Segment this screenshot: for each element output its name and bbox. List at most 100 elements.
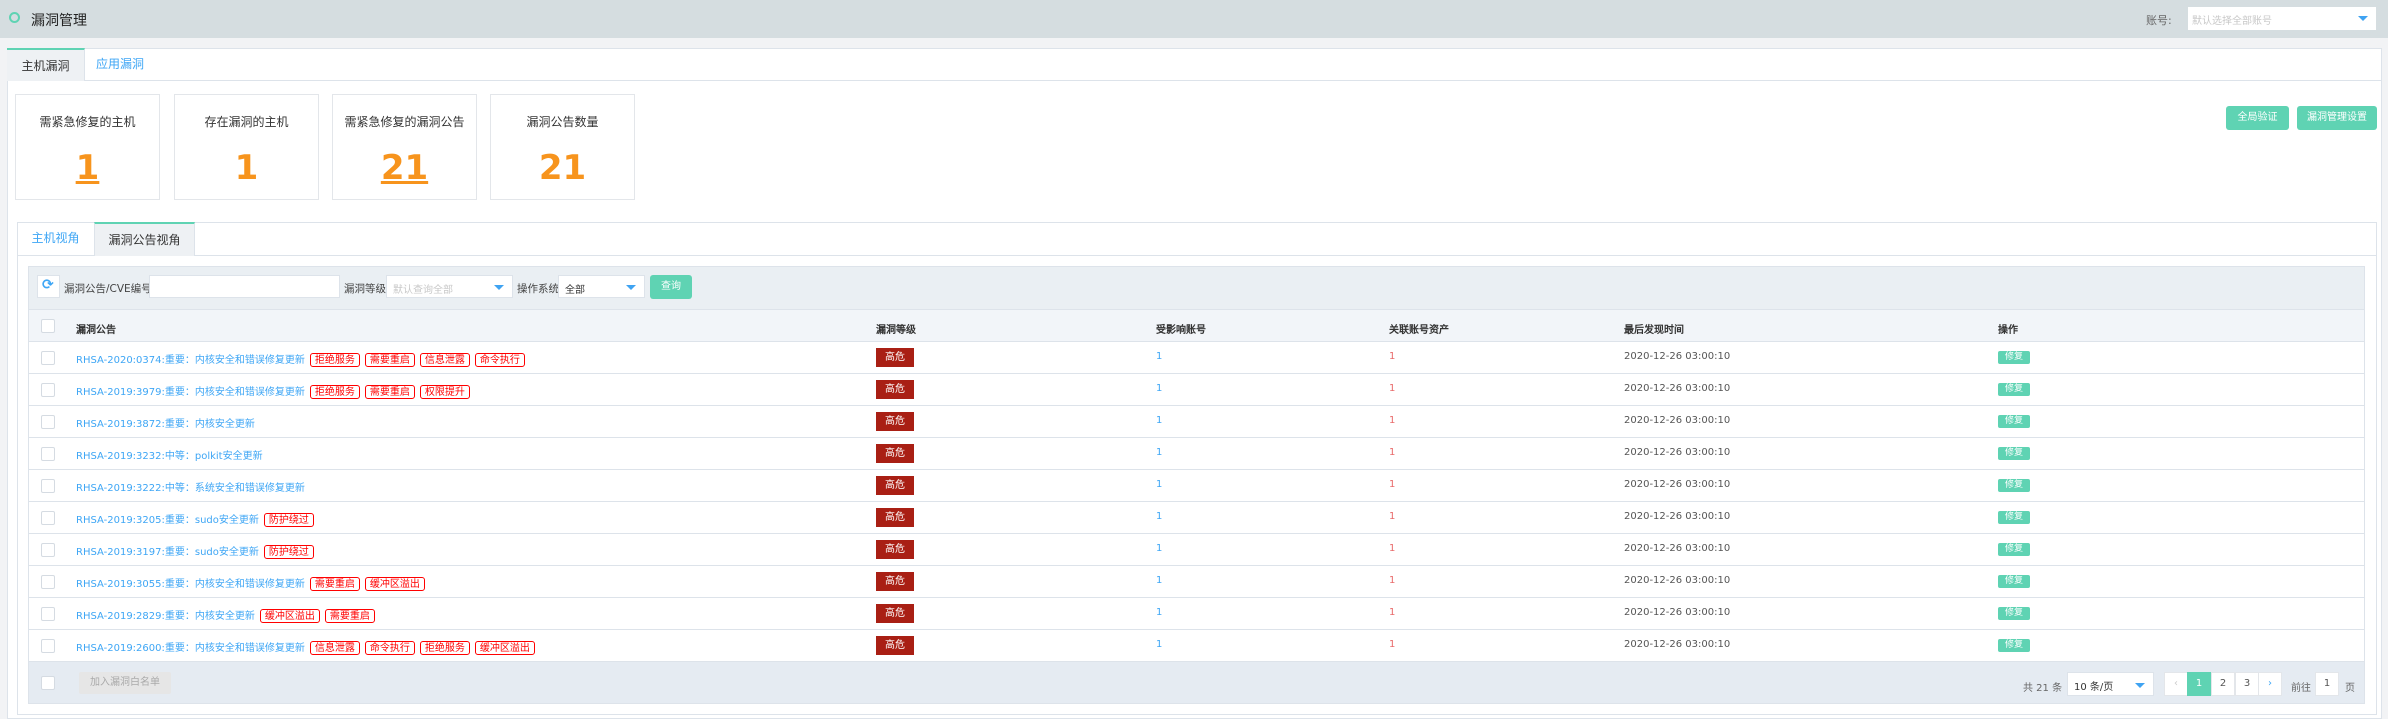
affected-accounts-link[interactable]: 1 <box>1156 479 1162 490</box>
affected-accounts-link[interactable]: 1 <box>1156 607 1162 618</box>
tab-app-vuln[interactable]: 应用漏洞 <box>85 48 155 81</box>
logo-circle-icon <box>9 12 20 23</box>
tab-advisory-view[interactable]: 漏洞公告视角 <box>94 222 195 256</box>
advisory-link[interactable]: RHSA-2019:3232:中等：polkit安全更新 <box>76 451 263 462</box>
last-found-time: 2020-12-26 03:00:10 <box>1624 511 1731 522</box>
related-assets-link[interactable]: 1 <box>1389 543 1395 554</box>
row-checkbox[interactable] <box>41 511 55 525</box>
goto-label: 前往 <box>2291 683 2311 694</box>
table-footer: 加入漏洞白名单 <box>28 662 2365 704</box>
os-value: 全部 <box>565 285 585 296</box>
severity-badge: 高危 <box>876 572 914 591</box>
advisory-link[interactable]: RHSA-2019:2829:重要：内核安全更新 <box>76 611 255 622</box>
vuln-settings-button[interactable]: 漏洞管理设置 <box>2297 106 2377 130</box>
last-found-time: 2020-12-26 03:00:10 <box>1624 479 1731 490</box>
top-header <box>0 0 2388 38</box>
next-page-button[interactable]: › <box>2258 672 2282 696</box>
chevron-down-icon <box>626 285 636 290</box>
related-assets-link[interactable]: 1 <box>1389 511 1395 522</box>
vuln-tag: 权限提升 <box>419 385 470 399</box>
related-assets-link[interactable]: 1 <box>1389 607 1395 618</box>
advisory-link[interactable]: RHSA-2019:2600:重要：内核安全和错误修复更新 <box>76 643 305 654</box>
fix-button[interactable]: 修复 <box>1998 447 2030 460</box>
vuln-tag: 拒绝服务 <box>309 353 360 367</box>
advisory-link[interactable]: RHSA-2019:3055:重要：内核安全和错误修复更新 <box>76 579 305 590</box>
cve-input[interactable] <box>149 275 340 298</box>
severity-badge: 高危 <box>876 540 914 559</box>
row-checkbox[interactable] <box>41 575 55 589</box>
page-size-select[interactable]: 10 条/页 <box>2067 672 2154 696</box>
related-assets-link[interactable]: 1 <box>1389 479 1395 490</box>
tab-host-vuln[interactable]: 主机漏洞 <box>7 48 85 81</box>
related-assets-link[interactable]: 1 <box>1389 415 1395 426</box>
fix-button[interactable]: 修复 <box>1998 607 2030 620</box>
os-select[interactable]: 全部 <box>558 275 645 298</box>
advisory-link[interactable]: RHSA-2019:3979:重要：内核安全和错误修复更新 <box>76 387 305 398</box>
table-row: RHSA-2019:2600:重要：内核安全和错误修复更新 信息泄露 命令执行 拒绝服… <box>28 630 2365 662</box>
account-select[interactable]: 默认选择全部账号 <box>2188 7 2376 30</box>
related-assets-link[interactable]: 1 <box>1389 447 1395 458</box>
table-row: RHSA-2019:3979:重要：内核安全和错误修复更新 拒绝服务 需要重启 权限提… <box>28 374 2365 406</box>
advisory-link[interactable]: RHSA-2019:3205:重要：sudo安全更新 <box>76 515 259 526</box>
page-title: 漏洞管理 <box>31 13 87 29</box>
footer-select-checkbox[interactable] <box>41 676 55 690</box>
prev-page-button[interactable]: ‹ <box>2164 672 2188 696</box>
fix-button[interactable]: 修复 <box>1998 511 2030 524</box>
card-value-link[interactable]: 1 <box>16 148 159 188</box>
vuln-tag: 命令执行 <box>364 641 415 655</box>
page-3-button[interactable]: 3 <box>2235 672 2259 696</box>
affected-accounts-link[interactable]: 1 <box>1156 415 1162 426</box>
select-all-checkbox[interactable] <box>41 319 55 333</box>
affected-accounts-link[interactable]: 1 <box>1156 351 1162 362</box>
stat-card-vuln-hosts: 存在漏洞的主机 1 <box>174 94 319 200</box>
level-select[interactable]: 默认查询全部 <box>386 275 513 298</box>
affected-accounts-link[interactable]: 1 <box>1156 511 1162 522</box>
goto-page-input[interactable]: 1 <box>2315 672 2339 696</box>
row-checkbox[interactable] <box>41 607 55 621</box>
related-assets-link[interactable]: 1 <box>1389 351 1395 362</box>
col-accounts: 受影响账号 <box>1156 325 1206 336</box>
page-2-button[interactable]: 2 <box>2211 672 2235 696</box>
fix-button[interactable]: 修复 <box>1998 479 2030 492</box>
advisory-link[interactable]: RHSA-2019:3197:重要：sudo安全更新 <box>76 547 259 558</box>
row-checkbox[interactable] <box>41 639 55 653</box>
stat-card-advisory-count: 漏洞公告数量 21 <box>490 94 635 200</box>
fix-button[interactable]: 修复 <box>1998 383 2030 396</box>
fix-button[interactable]: 修复 <box>1998 543 2030 556</box>
add-whitelist-button[interactable]: 加入漏洞白名单 <box>79 672 171 694</box>
table-row: RHSA-2019:3055:重要：内核安全和错误修复更新 需要重启 缓冲区溢出 高危… <box>28 566 2365 598</box>
tab-host-view[interactable]: 主机视角 <box>17 222 94 256</box>
advisory-link[interactable]: RHSA-2019:3872:重要：内核安全更新 <box>76 419 255 430</box>
related-assets-link[interactable]: 1 <box>1389 383 1395 394</box>
affected-accounts-link[interactable]: 1 <box>1156 383 1162 394</box>
advisory-link[interactable]: RHSA-2020:0374:重要：内核安全和错误修复更新 <box>76 355 305 366</box>
global-verify-button[interactable]: 全局验证 <box>2226 106 2289 130</box>
row-checkbox[interactable] <box>41 543 55 557</box>
fix-button[interactable]: 修复 <box>1998 351 2030 364</box>
affected-accounts-link[interactable]: 1 <box>1156 543 1162 554</box>
fix-button[interactable]: 修复 <box>1998 415 2030 428</box>
table-row: RHSA-2019:3872:重要：内核安全更新 高危 1 1 2020-12-26 0… <box>28 406 2365 438</box>
page-1-button[interactable]: 1 <box>2187 672 2211 696</box>
row-checkbox[interactable] <box>41 415 55 429</box>
row-checkbox[interactable] <box>41 447 55 461</box>
fix-button[interactable]: 修复 <box>1998 575 2030 588</box>
affected-accounts-link[interactable]: 1 <box>1156 447 1162 458</box>
card-label: 需紧急修复的漏洞公告 <box>344 115 465 129</box>
row-checkbox[interactable] <box>41 351 55 365</box>
cve-label: 漏洞公告/CVE编号 <box>64 283 152 295</box>
related-assets-link[interactable]: 1 <box>1389 575 1395 586</box>
card-value-link[interactable]: 21 <box>333 148 476 188</box>
table-row: RHSA-2019:3197:重要：sudo安全更新 防护绕过 高危 1 1 2020-1… <box>28 534 2365 566</box>
row-checkbox[interactable] <box>41 383 55 397</box>
fix-button[interactable]: 修复 <box>1998 639 2030 652</box>
view-tabs: 主机视角 漏洞公告视角 <box>17 222 2377 256</box>
row-checkbox[interactable] <box>41 479 55 493</box>
query-button[interactable]: 查询 <box>650 275 692 299</box>
affected-accounts-link[interactable]: 1 <box>1156 639 1162 650</box>
affected-accounts-link[interactable]: 1 <box>1156 575 1162 586</box>
advisory-link[interactable]: RHSA-2019:3222:中等：系统安全和错误修复更新 <box>76 483 305 494</box>
refresh-icon[interactable]: ⟳ <box>37 275 60 298</box>
table-row: RHSA-2019:3232:中等：polkit安全更新 高危 1 1 2020-12-… <box>28 438 2365 470</box>
related-assets-link[interactable]: 1 <box>1389 639 1395 650</box>
